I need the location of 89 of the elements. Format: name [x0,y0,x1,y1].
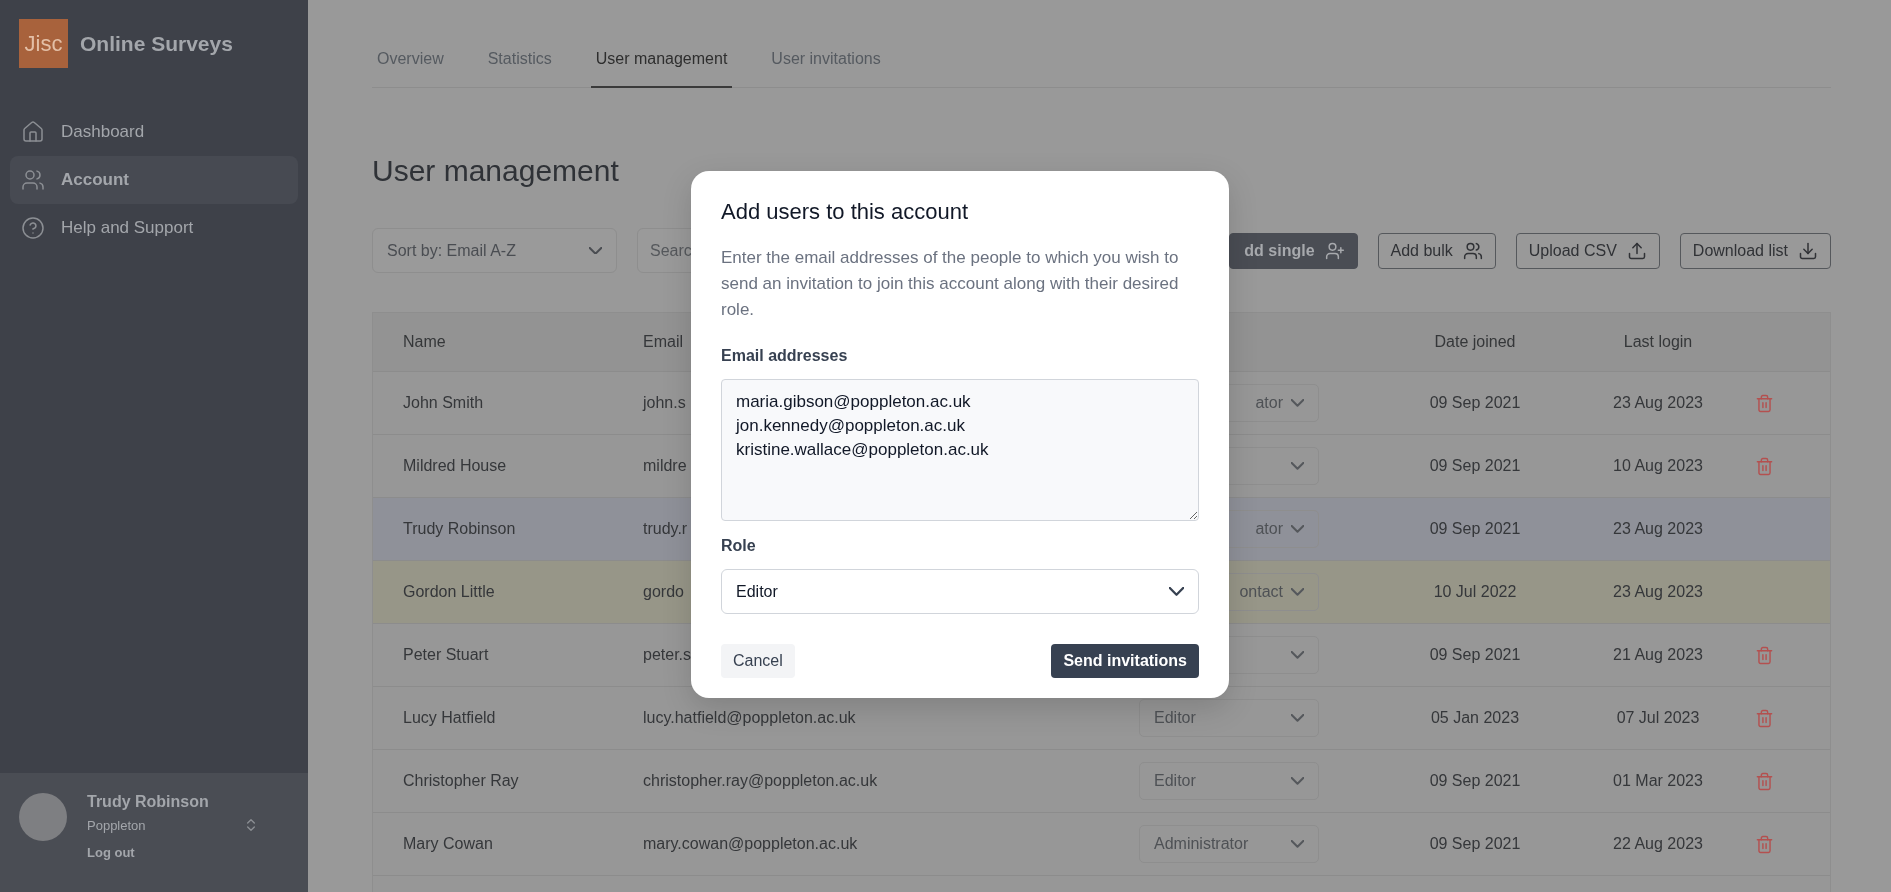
home-icon [21,120,45,144]
page-title: User management [372,154,620,188]
nav-item[interactable]: Account [10,156,298,204]
role-select[interactable]: Editor [1139,699,1319,737]
name-cell-text: Gordon Little [402,583,496,601]
date-cell-text: 23 Aug 2023 [1612,394,1704,412]
tab[interactable]: User invitations [766,44,886,88]
chevron-down-icon [1291,651,1304,659]
toolbar-button[interactable]: dd single [1229,232,1358,269]
name-cell-text: Mary Cowan [402,835,494,853]
email-cell: lucy.hatfield@poppleton.ac.uk [643,709,856,727]
chevron-down-icon [1291,462,1304,470]
people-icon [21,168,45,192]
field-label: Email addresses [721,347,849,365]
nav-item[interactable]: Dashboard [10,108,298,156]
people-icon [1462,240,1483,261]
upload-icon [1626,240,1647,261]
date-cell-text: 09 Sep 2021 [1428,457,1522,475]
field-label: Role [721,537,757,555]
email-cell: peter.s [643,646,692,664]
toolbar-button[interactable]: Upload CSV [1515,232,1660,269]
chevron-down-icon [589,246,602,255]
trash-icon[interactable] [1755,834,1774,854]
chevron-down-icon [1291,777,1304,785]
tab[interactable]: User management [590,44,733,88]
help-icon [21,216,45,240]
name-cell-text: Christopher Ray [402,772,520,790]
email-cell: mildre [643,457,687,475]
name-cell-text: John Smith [402,394,485,412]
email-cell: gordo [643,583,684,601]
avatar [19,793,67,841]
dialog-description: Enter the email addresses of the people to which you wish to send an invitation to join this account along with their desired role. [721,247,1180,321]
add-user-icon [1324,240,1345,261]
date-cell-text: 21 Aug 2023 [1612,646,1704,664]
name-cell-text: Lucy Hatfield [402,709,497,727]
chevron-down-icon [1291,525,1304,533]
trash-icon[interactable] [1755,393,1774,413]
date-cell-text: 23 Aug 2023 [1612,583,1704,601]
date-cell-text: 10 Jul 2022 [1432,583,1518,601]
date-cell-text: 09 Sep 2021 [1428,772,1522,790]
column-header: Email [643,333,683,351]
send-invitations-button[interactable]: Send invitations [1051,644,1199,678]
column-header: Last login [1622,333,1694,351]
app-name: Online Surveys [80,31,233,56]
column-header: Name [402,333,447,351]
trash-icon[interactable] [1755,456,1774,476]
name-cell-text: Peter Stuart [402,646,490,664]
name-cell-text: Mildred House [402,457,508,475]
column-header: Date joined [1433,333,1517,351]
toolbar-button[interactable]: Download list [1679,232,1831,269]
download-icon [1798,240,1818,261]
date-cell-text: 23 Aug 2023 [1612,520,1704,538]
logout-link[interactable]: Log out [87,845,289,860]
role-select[interactable]: Editor [1139,762,1319,800]
nav-item[interactable]: Help and Support [10,204,298,252]
date-cell-text: 22 Aug 2023 [1612,835,1704,853]
user-name: Trudy Robinson [87,793,210,811]
email-cell: christopher.ray@poppleton.ac.uk [643,772,878,790]
trash-icon[interactable] [1755,645,1774,665]
date-cell-text: 01 Mar 2023 [1612,772,1704,790]
toolbar-button[interactable]: Add bulk [1377,232,1496,269]
date-cell-text: 09 Sep 2021 [1428,835,1522,853]
date-cell-text: 09 Sep 2021 [1428,520,1522,538]
trash-icon[interactable] [1755,708,1774,728]
email-cell: mary.cowan@poppleton.ac.uk [643,835,858,853]
email-input-field[interactable]: maria.gibson@poppleton.ac.uk jon.kennedy@poppleton.ac.uk kristine.wallace@poppleton.ac.uk [721,379,1199,521]
role-select[interactable]: Administrator [1139,825,1319,863]
name-cell-text: Trudy Robinson [402,520,517,538]
email-cell: john.s [643,394,686,412]
chevron-down-icon [1291,588,1304,596]
date-cell-text: 07 Jul 2023 [1615,709,1701,727]
chevron-down-icon [1291,714,1304,722]
email-cell: trudy.r [643,520,688,538]
sort-select[interactable]: Sort by: Email A-Z [372,228,617,273]
chevron-down-icon [1169,587,1184,596]
date-cell-text: 09 Sep 2021 [1428,646,1522,664]
trash-icon[interactable] [1755,771,1774,791]
chevron-down-icon [1291,840,1304,848]
logo: Jisc [19,19,68,68]
chevron-down-icon [1291,399,1304,407]
dialog-title: Add users to this account [721,199,970,225]
tab[interactable]: Statistics [482,44,557,88]
organisation-name: Poppleton [87,817,146,833]
date-cell-text: 10 Aug 2023 [1612,457,1704,475]
role-select[interactable]: Editor [721,569,1199,614]
cancel-button[interactable]: Cancel [721,644,795,678]
date-cell-text: 09 Sep 2021 [1428,394,1522,412]
tab[interactable]: Overview [372,44,449,88]
date-cell-text: 05 Jan 2023 [1429,709,1521,727]
